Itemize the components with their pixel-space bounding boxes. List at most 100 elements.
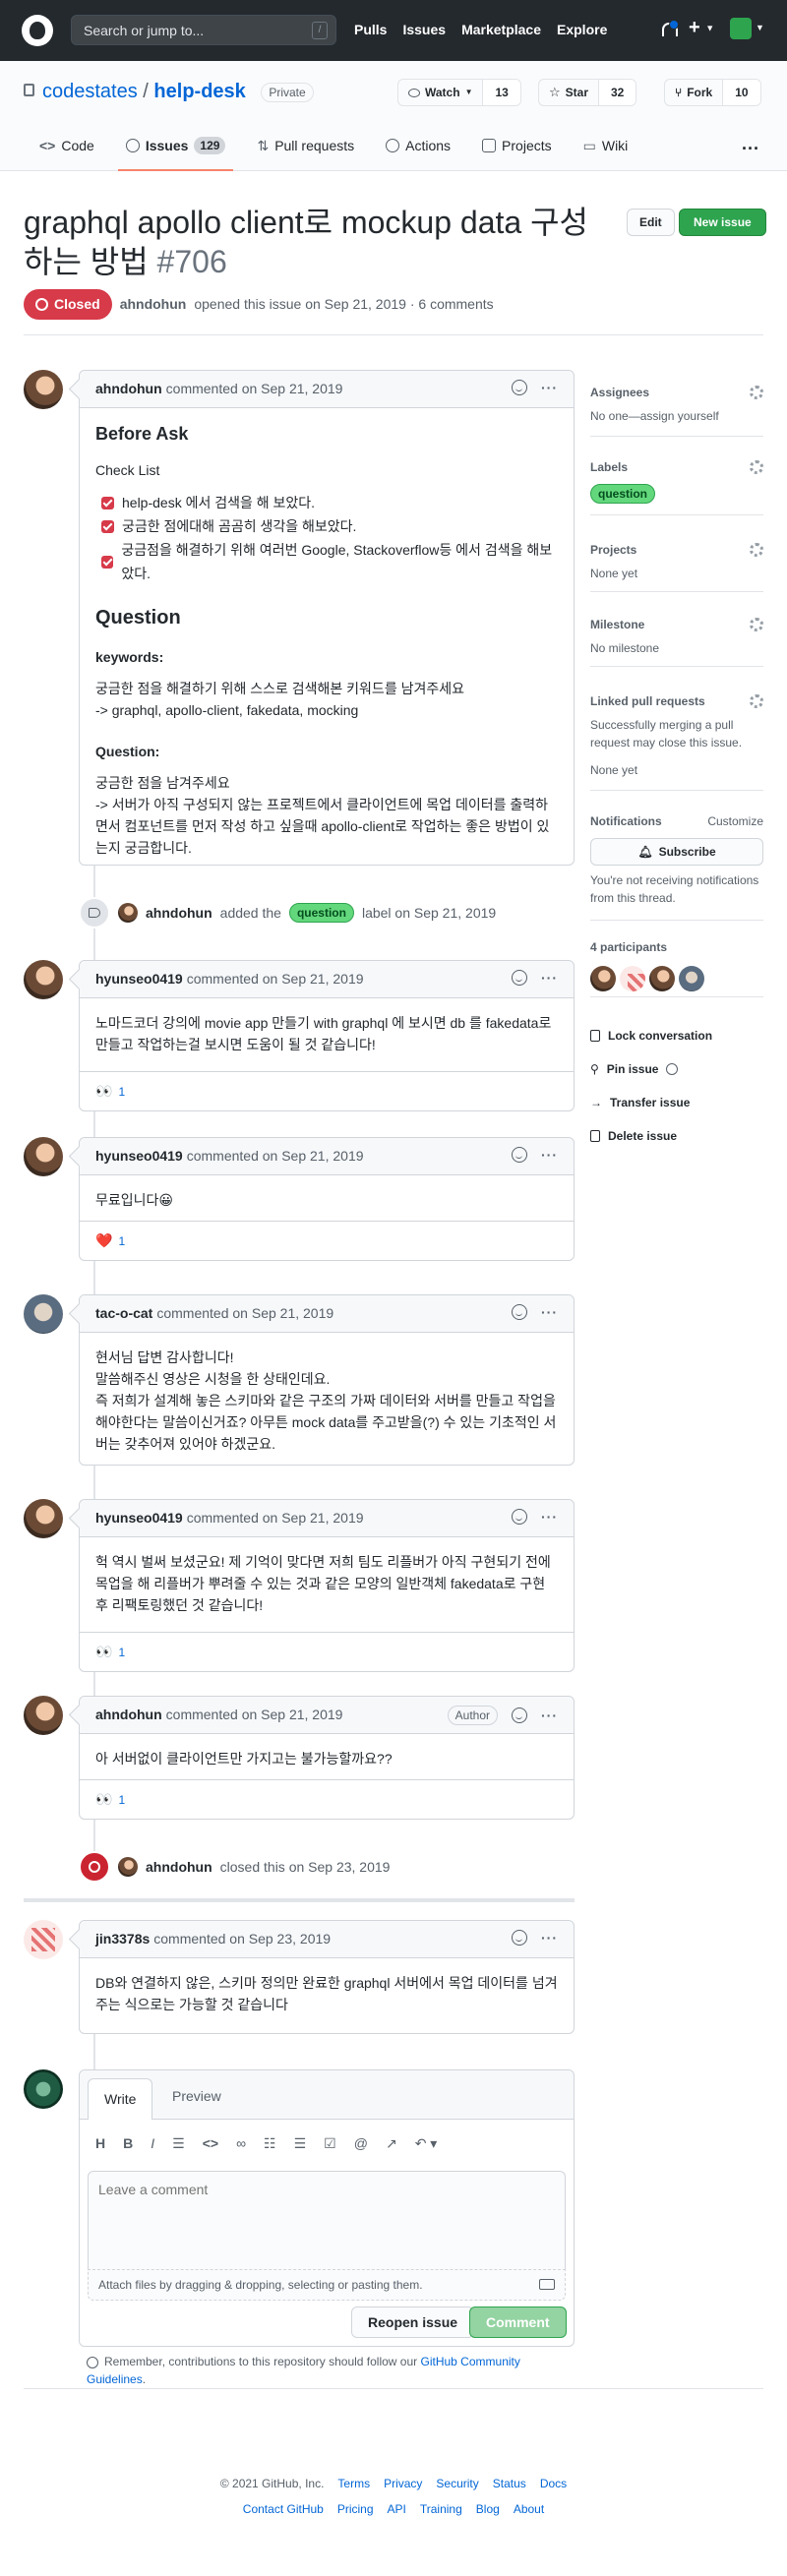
add-reaction-icon[interactable] [512, 970, 527, 986]
kebab-menu-icon[interactable]: ··· [541, 381, 558, 394]
nav-issues[interactable]: Issues [402, 20, 446, 40]
participant-avatar[interactable] [590, 966, 616, 991]
kebab-menu-icon[interactable]: ··· [541, 1305, 558, 1319]
markdown-icon[interactable] [539, 2279, 555, 2290]
footer-link-docs[interactable]: Docs [540, 2475, 567, 2492]
transfer-issue-action[interactable]: → Transfer issue [590, 1094, 690, 1111]
fork-count[interactable]: 10 [723, 80, 760, 105]
add-reaction-icon[interactable] [512, 1707, 527, 1723]
bullet-list-icon[interactable]: ☷ [264, 2133, 276, 2154]
tab-wiki[interactable]: ▭ Wiki [568, 120, 644, 171]
add-reaction-icon[interactable] [512, 1930, 527, 1946]
comment-time[interactable]: commented on Sep 21, 2019 [156, 1303, 333, 1324]
assignees-value[interactable]: No one—assign yourself [590, 407, 763, 425]
avatar[interactable] [24, 1499, 63, 1538]
reaction-bar[interactable]: 👀 1 [80, 1071, 574, 1110]
comment-time[interactable]: commented on Sep 21, 2019 [187, 1146, 364, 1167]
gear-icon[interactable] [750, 694, 763, 708]
comment-time[interactable]: commented on Sep 21, 2019 [187, 969, 364, 989]
attach-files-area[interactable]: Attach files by dragging & dropping, sel… [88, 2269, 566, 2301]
nav-marketplace[interactable]: Marketplace [461, 20, 541, 40]
avatar[interactable] [24, 960, 63, 999]
assignees-title[interactable]: Assignees [590, 384, 649, 401]
write-tab[interactable]: Write [88, 2078, 153, 2120]
actor-avatar[interactable] [118, 1857, 138, 1877]
footer-link-api[interactable]: API [388, 2500, 406, 2518]
user-avatar[interactable] [730, 18, 752, 39]
avatar[interactable] [24, 1294, 63, 1334]
actor-avatar[interactable] [118, 903, 138, 923]
comment-time[interactable]: commented on Sep 21, 2019 [187, 1508, 364, 1528]
star-button[interactable]: ☆ Star 32 [538, 79, 637, 106]
comment-time[interactable]: commented on Sep 21, 2019 [166, 1705, 343, 1725]
comment-textarea[interactable] [88, 2171, 566, 2269]
gear-icon[interactable] [750, 543, 763, 557]
reaction-bar[interactable]: ❤️ 1 [80, 1221, 574, 1260]
footer-link-privacy[interactable]: Privacy [384, 2475, 422, 2492]
comment-time[interactable]: commented on Sep 21, 2019 [166, 379, 343, 399]
comment-author[interactable]: hyunseo0419 [95, 1146, 183, 1167]
star-count[interactable]: 32 [599, 80, 636, 105]
footer-link-contact[interactable]: Contact GitHub [243, 2500, 324, 2518]
quote-icon[interactable]: ☰ [172, 2133, 185, 2154]
preview-tab[interactable]: Preview [172, 2086, 221, 2107]
cross-reference-icon[interactable]: ↗ [386, 2133, 397, 2154]
labels-title[interactable]: Labels [590, 458, 628, 476]
new-issue-button[interactable]: New issue [679, 209, 766, 236]
numbered-list-icon[interactable]: ☰ [294, 2133, 307, 2154]
gear-icon[interactable] [750, 460, 763, 474]
avatar[interactable] [24, 2069, 63, 2109]
bold-icon[interactable]: B [123, 2133, 133, 2154]
avatar[interactable] [24, 1920, 63, 1959]
comment-author[interactable]: ahndohun [95, 379, 162, 399]
gear-icon[interactable] [750, 386, 763, 399]
avatar[interactable] [24, 370, 63, 409]
add-reaction-icon[interactable] [512, 1147, 527, 1163]
reopen-issue-button[interactable]: Reopen issue [351, 2306, 475, 2338]
reply-icon[interactable]: ↶ ▾ [415, 2133, 438, 2154]
participant-avatar[interactable] [620, 966, 645, 991]
avatar[interactable] [24, 1137, 63, 1176]
gear-icon[interactable] [750, 618, 763, 631]
tab-actions[interactable]: Actions [370, 120, 466, 171]
kebab-menu-icon[interactable]: ··· [541, 1708, 558, 1722]
comment-time[interactable]: commented on Sep 23, 2019 [153, 1929, 331, 1949]
footer-link-training[interactable]: Training [420, 2500, 462, 2518]
comment-author[interactable]: ahndohun [95, 1705, 162, 1725]
issue-author-link[interactable]: ahndohun [120, 294, 187, 315]
avatar[interactable] [24, 1696, 63, 1735]
more-options-icon[interactable]: ··· [742, 136, 759, 162]
kebab-menu-icon[interactable]: ··· [541, 1931, 558, 1945]
add-reaction-icon[interactable] [512, 1509, 527, 1525]
comment-button[interactable]: Comment [469, 2306, 567, 2338]
tab-issues[interactable]: Issues 129 [110, 120, 242, 171]
footer-link-about[interactable]: About [514, 2500, 544, 2518]
create-new-plus-icon[interactable]: + ▼ [689, 18, 714, 38]
search-input[interactable]: Search or jump to... / [71, 15, 336, 45]
tab-code[interactable]: <> Code [24, 120, 110, 171]
reaction-bar[interactable]: 👀 1 [80, 1632, 574, 1671]
repo-owner-link[interactable]: codestates [42, 81, 138, 102]
delete-issue-action[interactable]: Delete issue [590, 1127, 677, 1145]
watch-count[interactable]: 13 [483, 80, 520, 105]
nav-pulls[interactable]: Pulls [354, 20, 387, 40]
nav-explore[interactable]: Explore [557, 20, 607, 40]
event-actor[interactable]: ahndohun [146, 1857, 212, 1878]
link-icon[interactable]: ∞ [236, 2133, 246, 2154]
lock-conversation-action[interactable]: Lock conversation [590, 1027, 712, 1045]
kebab-menu-icon[interactable]: ··· [541, 971, 558, 985]
pin-issue-action[interactable]: ⚲ Pin issue [590, 1060, 679, 1078]
footer-link-blog[interactable]: Blog [476, 2500, 500, 2518]
event-actor[interactable]: ahndohun [146, 903, 212, 924]
task-list-icon[interactable]: ☑ [324, 2133, 336, 2154]
footer-link-terms[interactable]: Terms [337, 2475, 370, 2492]
milestone-title[interactable]: Milestone [590, 616, 644, 633]
add-reaction-icon[interactable] [512, 1304, 527, 1320]
heading-icon[interactable]: H [95, 2133, 105, 2154]
reaction-bar[interactable]: 👀 1 [80, 1779, 574, 1819]
subscribe-button[interactable]: 🔔︎ Subscribe [590, 838, 763, 866]
footer-link-security[interactable]: Security [436, 2475, 478, 2492]
edit-button[interactable]: Edit [627, 209, 675, 236]
participant-avatar[interactable] [649, 966, 675, 991]
mention-icon[interactable]: @ [354, 2133, 368, 2154]
